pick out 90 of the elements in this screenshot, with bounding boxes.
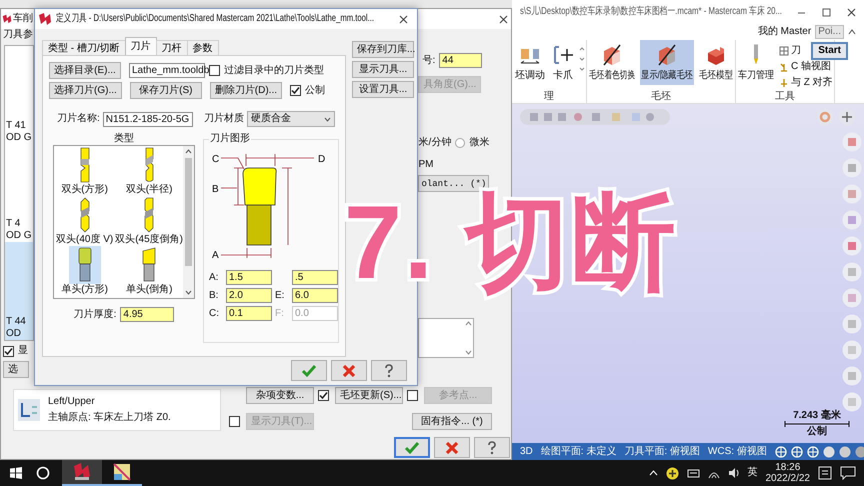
insert-button[interactable]: 保存刀片(S) (130, 82, 202, 99)
name-field[interactable]: N151.2-185-20-5G (102, 112, 193, 126)
tool-name: OD G (6, 230, 33, 242)
scale-value: 7.243 毫米 (793, 411, 841, 421)
field-label: 号: (422, 54, 436, 66)
status-item: 3D (520, 446, 533, 458)
field-label: E: (275, 290, 286, 302)
tab[interactable]: 类型 - 槽刀/切断 (42, 40, 126, 55)
list-caption: 类型 (113, 133, 135, 145)
tool-item[interactable]: T 4 OD G (5, 144, 34, 242)
scale-unit: 公制 (807, 427, 827, 437)
ribbon-button[interactable]: 车刀管理 (737, 40, 775, 85)
field-label: 刀片名称: (57, 113, 100, 125)
checkbox-label: 过滤目录中的刀片类型 (224, 64, 324, 76)
side-button[interactable]: 设置刀具... (352, 81, 414, 98)
plane-label: Left/Upper (48, 396, 96, 408)
tab[interactable]: 刀杆 (156, 40, 188, 55)
number-field[interactable]: 1.5 (226, 270, 272, 285)
action-button[interactable]: 毛坯更新(S)... (335, 387, 403, 404)
ribbon-button[interactable]: 刀 (779, 44, 801, 58)
action-button[interactable]: 杂项变数... (246, 387, 314, 404)
ribbon-button[interactable]: 毛坯模型 (698, 40, 734, 85)
tab[interactable]: 刀片 (124, 37, 157, 55)
tool-item[interactable]: T 44 OD (5, 242, 34, 340)
item-label: 单头(倒角) (126, 284, 172, 296)
ribbon-button[interactable]: 毛坯着色切换 (588, 40, 636, 85)
status-item: 绘图平面: 未定义 (540, 446, 616, 458)
tool-name: OD G (6, 132, 33, 144)
tooltip: Poi... (815, 25, 844, 39)
insert-button[interactable]: 选择刀片(G)... (49, 82, 122, 99)
group-title: 刀片图形 (209, 133, 251, 145)
origin-label: 主轴原点: 车床左上刀塔 Z0. (48, 412, 171, 424)
side-button[interactable]: 保存到刀库... (352, 41, 414, 58)
group-label: 工具 (774, 91, 796, 103)
insert-button[interactable]: 删除刀片(D)... (210, 82, 282, 99)
checkbox-label: 公制 (305, 84, 325, 96)
number-field[interactable]: 6.0 (292, 288, 338, 303)
ime-indicator[interactable]: 英 (748, 467, 758, 479)
dimension-label: D (318, 154, 326, 165)
ribbon-button[interactable]: 卡爪 (551, 40, 575, 85)
item-label: 双头(半径) (126, 184, 172, 196)
number-field[interactable]: .5 (292, 270, 338, 285)
unit-label: 米/分钟 (418, 137, 452, 149)
rpm-label: PM (418, 159, 434, 171)
dialog-title: 定义刀具 - D:\Users\Public\Documents\Shared Mastercam 2021\Lathe\Tools\Lathe_mm.tool... (56, 13, 374, 25)
tool-number: T 44 (6, 316, 27, 328)
tool-name: OD (6, 328, 22, 340)
number-field[interactable]: 4.95 (120, 307, 174, 322)
field-label: F: (275, 308, 285, 320)
dimension-label: A (212, 250, 219, 261)
tool-number: T 4 (6, 218, 22, 230)
group-label: 毛坯 (650, 91, 672, 103)
item-label: 单头(方形) (61, 284, 108, 296)
tab[interactable]: 参数 (186, 40, 219, 55)
ribbon-button[interactable]: 显示/隐藏毛坯 (640, 40, 694, 85)
number-field[interactable]: 2.0 (226, 288, 272, 303)
tool-number: T 41 (6, 120, 27, 132)
ribbon-button[interactable]: 与 Z 对齐 (779, 76, 833, 90)
field-label: A: (209, 272, 220, 284)
catalog-button[interactable]: 选择目录(E)... (49, 62, 121, 79)
ribbon-button[interactable]: 坯调动 (513, 40, 547, 85)
status-item: WCS: 俯视图 (708, 446, 767, 458)
dialog-title: 车削 (13, 13, 33, 25)
field-label: C: (209, 308, 220, 320)
checkbox-label: 显 (18, 345, 28, 357)
item-label: 双头(45度倒角) (115, 234, 183, 246)
group-label: 理 (543, 91, 555, 103)
dimension-label: C (212, 154, 220, 165)
select-button[interactable]: 选 (3, 361, 29, 378)
tool-item[interactable]: T 41 OD G (5, 46, 34, 144)
number-field[interactable]: 0.1 (226, 306, 272, 321)
status-item: 刀具平面: 俯视图 (624, 446, 700, 458)
ribbon-button[interactable]: C 轴视图 (779, 60, 831, 74)
tab[interactable]: 刀具参 (3, 29, 34, 41)
material-select[interactable]: 硬质合金 (246, 111, 335, 127)
clock-date: 2022/2/22 (766, 473, 810, 484)
number-field[interactable]: 44 (439, 53, 482, 68)
item-label: 双头(方形) (61, 184, 108, 196)
action-button[interactable]: 固有指令... (*) (412, 413, 492, 430)
dimension-label: B (212, 184, 219, 195)
account-label[interactable]: 我的 Master (758, 26, 812, 38)
side-button[interactable]: 显示刀具... (352, 61, 414, 78)
radio-label: 微米 (469, 137, 490, 149)
start-button[interactable]: Start (811, 42, 848, 60)
clock-time: 18:26 (775, 462, 800, 473)
field-label: B: (209, 290, 220, 302)
field-label: 刀片厚度: (74, 308, 116, 320)
field-label: 刀片材质 (204, 113, 244, 125)
item-label: 双头(40度 V) (56, 234, 114, 246)
window-title: s\S儿\Desktop\数控车床录制\数控车床图档一.mcam* - Mastercam 车床 20... (520, 6, 782, 18)
